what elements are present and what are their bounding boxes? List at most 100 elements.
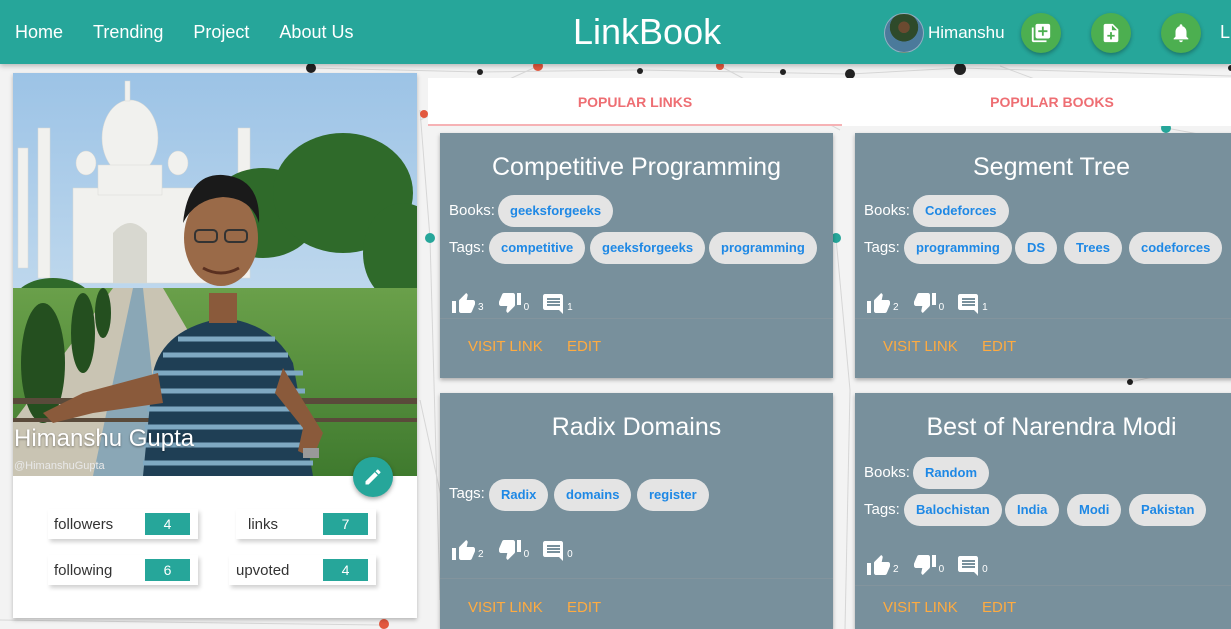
vote-bar: 3 0 1 <box>452 292 587 314</box>
link-card: Best of Narendra Modi Books: Random Tags… <box>855 393 1231 629</box>
nav-links: Home Trending Project About Us <box>0 0 368 64</box>
comments-button[interactable]: 1 <box>543 294 573 314</box>
edit-profile-button[interactable] <box>353 457 393 497</box>
upvote-button[interactable]: 2 <box>867 554 899 576</box>
nav-trending-link[interactable]: Trending <box>78 0 178 64</box>
profile-photo-image <box>13 73 417 476</box>
profile-name: Himanshu Gupta <box>14 425 195 452</box>
vote-bar: 2 0 1 <box>867 292 1002 314</box>
nav-about-link[interactable]: About Us <box>264 0 368 64</box>
upvoted-stat[interactable]: upvoted 4 <box>229 555 376 585</box>
visit-link-button[interactable]: VISIT LINK <box>468 599 543 616</box>
book-chip[interactable]: geeksforgeeks <box>498 195 614 227</box>
tab-popular-links[interactable]: POPULAR LINKS <box>428 78 842 126</box>
card-divider <box>855 585 1231 586</box>
thumbs-down-icon <box>913 293 936 313</box>
tag-chip[interactable]: Balochistan <box>904 494 1002 526</box>
tab-popular-books[interactable]: POPULAR BOOKS <box>842 78 1231 126</box>
followers-count: 4 <box>145 513 190 535</box>
comment-icon <box>958 294 979 314</box>
tag-chip[interactable]: Radix <box>489 479 549 511</box>
profile-card: Himanshu Gupta @HimanshuGupta followers … <box>13 73 417 618</box>
thumbs-up-icon <box>452 540 475 560</box>
nav-logout-link-truncated[interactable]: L <box>1220 0 1230 64</box>
comment-count: 1 <box>567 302 573 313</box>
edit-link-button[interactable]: EDIT <box>567 338 601 355</box>
downvote-count: 0 <box>523 302 530 313</box>
tag-chip[interactable]: codeforces <box>1129 232 1223 264</box>
thumbs-down-icon <box>498 293 521 313</box>
edit-link-button[interactable]: EDIT <box>567 599 601 616</box>
followers-stat[interactable]: followers 4 <box>48 509 198 539</box>
links-stat[interactable]: links 7 <box>236 509 376 539</box>
tag-chip[interactable]: DS <box>1015 232 1058 264</box>
book-chip[interactable]: Random <box>913 457 989 489</box>
thumbs-up-icon <box>867 293 890 313</box>
comment-count: 0 <box>567 549 573 560</box>
comment-count: 1 <box>982 302 988 313</box>
downvote-button[interactable]: 0 <box>498 539 529 561</box>
upvote-button[interactable]: 2 <box>867 292 899 314</box>
card-title: Best of Narendra Modi <box>926 413 1177 441</box>
visit-link-button[interactable]: VISIT LINK <box>468 338 543 355</box>
comment-count: 0 <box>982 564 988 575</box>
tag-chip[interactable]: Modi <box>1067 494 1122 526</box>
downvote-count: 0 <box>938 564 945 575</box>
following-stat[interactable]: following 6 <box>48 555 198 585</box>
tag-chip[interactable]: Trees <box>1064 232 1122 264</box>
visit-link-button[interactable]: VISIT LINK <box>883 599 958 616</box>
vote-bar: 2 0 0 <box>867 554 1002 576</box>
brand-logo[interactable]: LinkBook <box>573 8 721 56</box>
books-label: Books: <box>864 464 910 481</box>
tag-chip[interactable]: geeksforgeeks <box>590 232 706 264</box>
downvote-count: 0 <box>938 302 945 313</box>
tabs-bar: POPULAR LINKS POPULAR BOOKS <box>428 78 1231 126</box>
visit-link-button[interactable]: VISIT LINK <box>883 338 958 355</box>
nav-home-link[interactable]: Home <box>0 0 78 64</box>
comments-button[interactable]: 0 <box>543 541 573 561</box>
tag-chip[interactable]: programming <box>904 232 1012 264</box>
edit-link-button[interactable]: EDIT <box>982 338 1016 355</box>
add-link-button[interactable] <box>1020 13 1061 53</box>
tags-label: Tags: <box>864 501 900 518</box>
tags-label: Tags: <box>864 239 900 256</box>
thumbs-down-icon <box>498 540 521 560</box>
tag-chip[interactable]: register <box>637 479 709 511</box>
upvote-button[interactable]: 3 <box>452 292 484 314</box>
nav-user-name[interactable]: Himanshu <box>928 23 1005 43</box>
downvote-button[interactable]: 0 <box>913 292 945 314</box>
vote-bar: 2 0 0 <box>452 539 587 561</box>
bell-icon <box>1173 24 1188 43</box>
upvoted-count: 4 <box>323 559 368 581</box>
nav-user-area: Himanshu <box>884 12 1231 54</box>
upvote-count: 2 <box>478 549 484 560</box>
avatar[interactable] <box>884 13 924 53</box>
thumbs-up-icon <box>867 555 890 575</box>
tab-indicator <box>428 124 842 126</box>
tag-chip[interactable]: competitive <box>489 232 586 264</box>
comments-button[interactable]: 1 <box>958 294 988 314</box>
upvote-button[interactable]: 2 <box>452 539 484 561</box>
link-card: Competitive Programming Books: geeksforg… <box>440 133 833 378</box>
card-title: Radix Domains <box>551 413 722 441</box>
nav-project-link[interactable]: Project <box>178 0 264 64</box>
add-book-button[interactable] <box>1090 13 1131 53</box>
book-chip[interactable]: Codeforces <box>913 195 1009 227</box>
edit-link-button[interactable]: EDIT <box>982 599 1016 616</box>
upvote-count: 3 <box>478 302 484 313</box>
links-count: 7 <box>323 513 368 535</box>
downvote-button[interactable]: 0 <box>913 554 945 576</box>
following-count: 6 <box>145 559 190 581</box>
followers-label: followers <box>54 515 114 533</box>
downvote-button[interactable]: 0 <box>498 292 530 314</box>
card-title: Segment Tree <box>972 153 1131 181</box>
navbar: Home Trending Project About Us LinkBook … <box>0 0 1231 64</box>
tags-label: Tags: <box>449 239 485 256</box>
notifications-button[interactable] <box>1160 13 1201 53</box>
tag-chip[interactable]: Pakistan <box>1129 494 1207 526</box>
tag-chip[interactable]: domains <box>554 479 632 511</box>
upvoted-label: upvoted <box>236 561 290 579</box>
comments-button[interactable]: 0 <box>958 556 988 576</box>
tag-chip[interactable]: programming <box>709 232 817 264</box>
tag-chip[interactable]: India <box>1005 494 1060 526</box>
